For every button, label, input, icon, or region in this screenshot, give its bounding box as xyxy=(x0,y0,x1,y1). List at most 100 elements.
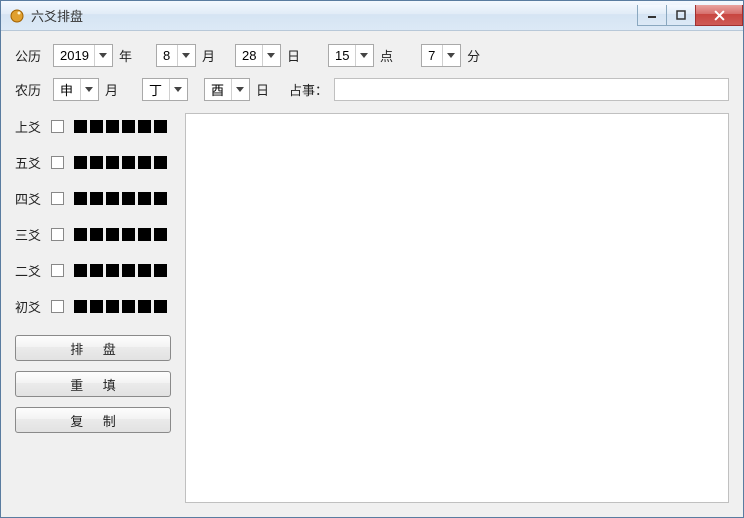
yao-row-4: 二爻 xyxy=(15,259,177,281)
yao-row-label: 上爻 xyxy=(15,117,45,136)
lunar-month-select[interactable]: 申 xyxy=(53,78,99,101)
block-icon xyxy=(122,300,135,313)
block-icon xyxy=(138,120,151,133)
app-window: 六爻排盘 公历 2019 年 8 xyxy=(0,0,744,518)
year-select[interactable]: 2019 xyxy=(53,44,113,67)
month-value: 8 xyxy=(163,48,177,63)
zhanshi-label: 占事： xyxy=(289,80,328,99)
lunar-day-suffix: 日 xyxy=(256,80,269,99)
block-icon xyxy=(90,120,103,133)
day-value: 28 xyxy=(242,48,262,63)
yao-row-1: 五爻 xyxy=(15,151,177,173)
lunar-stem-select[interactable]: 丁 xyxy=(142,78,188,101)
yao-checkbox[interactable] xyxy=(51,192,64,205)
maximize-button[interactable] xyxy=(666,5,696,26)
yao-row-0: 上爻 xyxy=(15,115,177,137)
yao-blocks xyxy=(74,192,167,205)
block-icon xyxy=(154,264,167,277)
block-icon xyxy=(122,156,135,169)
block-icon xyxy=(106,264,119,277)
chevron-down-icon xyxy=(355,45,371,66)
block-icon xyxy=(154,300,167,313)
client-area: 公历 2019 年 8 月 28 日 15 点 xyxy=(1,31,743,517)
hour-value: 15 xyxy=(335,48,355,63)
yao-row-label: 初爻 xyxy=(15,297,45,316)
block-icon xyxy=(138,264,151,277)
yao-row-label: 四爻 xyxy=(15,189,45,208)
titlebar[interactable]: 六爻排盘 xyxy=(1,1,743,31)
minute-suffix: 分 xyxy=(467,46,480,65)
lunar-month-value: 申 xyxy=(60,80,80,99)
yao-row-label: 二爻 xyxy=(15,261,45,280)
yao-row-2: 四爻 xyxy=(15,187,177,209)
block-icon xyxy=(90,264,103,277)
block-icon xyxy=(122,120,135,133)
zhanshi-input[interactable] xyxy=(334,78,729,101)
lower-pane: 上爻五爻四爻三爻二爻初爻 排 盘 重 填 复 制 xyxy=(15,113,729,503)
chevron-down-icon xyxy=(94,45,110,66)
reset-button[interactable]: 重 填 xyxy=(15,371,171,397)
block-icon xyxy=(106,156,119,169)
minute-value: 7 xyxy=(428,48,442,63)
yao-checkbox[interactable] xyxy=(51,228,64,241)
yao-checkbox[interactable] xyxy=(51,120,64,133)
yao-blocks xyxy=(74,264,167,277)
yao-checkbox[interactable] xyxy=(51,264,64,277)
hour-suffix: 点 xyxy=(380,46,393,65)
chevron-down-icon xyxy=(177,45,193,66)
yao-blocks xyxy=(74,228,167,241)
block-icon xyxy=(74,120,87,133)
block-icon xyxy=(106,228,119,241)
chevron-down-icon xyxy=(231,79,247,100)
block-icon xyxy=(90,156,103,169)
lunar-branch-select[interactable]: 酉 xyxy=(204,78,250,101)
block-icon xyxy=(74,156,87,169)
result-textarea[interactable] xyxy=(185,113,729,503)
block-icon xyxy=(74,264,87,277)
minimize-button[interactable] xyxy=(637,5,667,26)
minute-select[interactable]: 7 xyxy=(421,44,461,67)
gregorian-label: 公历 xyxy=(15,46,47,65)
block-icon xyxy=(154,120,167,133)
lunar-row: 农历 申 月 丁 酉 日 占事： xyxy=(15,77,729,101)
yao-blocks xyxy=(74,120,167,133)
block-icon xyxy=(106,300,119,313)
block-icon xyxy=(74,192,87,205)
year-suffix: 年 xyxy=(119,46,132,65)
yao-row-5: 初爻 xyxy=(15,295,177,317)
block-icon xyxy=(122,228,135,241)
window-title: 六爻排盘 xyxy=(31,6,638,25)
month-select[interactable]: 8 xyxy=(156,44,196,67)
yao-row-label: 三爻 xyxy=(15,225,45,244)
block-icon xyxy=(154,192,167,205)
block-icon xyxy=(90,192,103,205)
lunar-branch-value: 酉 xyxy=(211,80,231,99)
block-icon xyxy=(90,228,103,241)
chevron-down-icon xyxy=(442,45,458,66)
block-icon xyxy=(122,192,135,205)
day-select[interactable]: 28 xyxy=(235,44,281,67)
day-suffix: 日 xyxy=(287,46,300,65)
yao-checkbox[interactable] xyxy=(51,300,64,313)
copy-button[interactable]: 复 制 xyxy=(15,407,171,433)
block-icon xyxy=(154,228,167,241)
block-icon xyxy=(106,120,119,133)
hour-select[interactable]: 15 xyxy=(328,44,374,67)
block-icon xyxy=(106,192,119,205)
yao-checkbox[interactable] xyxy=(51,156,64,169)
yao-row-3: 三爻 xyxy=(15,223,177,245)
left-pane: 上爻五爻四爻三爻二爻初爻 排 盘 重 填 复 制 xyxy=(15,113,177,503)
block-icon xyxy=(74,228,87,241)
close-button[interactable] xyxy=(695,5,743,26)
block-icon xyxy=(138,228,151,241)
block-icon xyxy=(154,156,167,169)
paipan-button[interactable]: 排 盘 xyxy=(15,335,171,361)
yao-blocks xyxy=(74,156,167,169)
gregorian-row: 公历 2019 年 8 月 28 日 15 点 xyxy=(15,43,729,67)
button-stack: 排 盘 重 填 复 制 xyxy=(15,335,177,433)
block-icon xyxy=(74,300,87,313)
month-suffix: 月 xyxy=(202,46,215,65)
chevron-down-icon xyxy=(169,79,185,100)
block-icon xyxy=(122,264,135,277)
yao-blocks xyxy=(74,300,167,313)
